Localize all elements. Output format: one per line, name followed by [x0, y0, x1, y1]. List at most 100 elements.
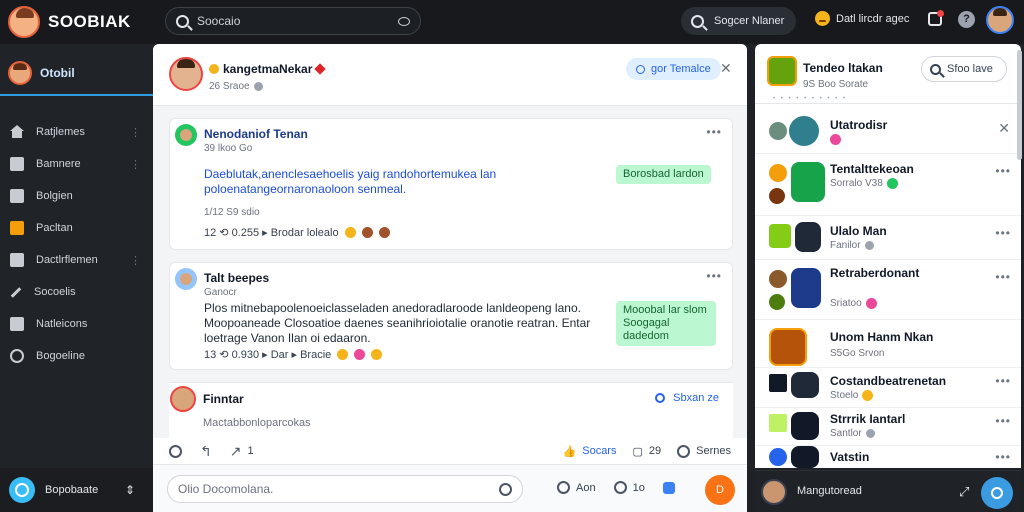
- more-icon[interactable]: •••: [995, 374, 1011, 388]
- post-actions-text[interactable]: 13 ⟲ 0.930 ▸ Dar ▸ Bracie: [204, 348, 331, 361]
- reaction-icon[interactable]: [361, 227, 373, 238]
- expand-icon[interactable]: ⤢: [959, 484, 969, 500]
- sidebar-item-0[interactable]: Ratjlemes ⋮: [0, 116, 153, 148]
- app-logo[interactable]: SOOBIAK: [8, 6, 131, 38]
- divider-dots: • • • • • • • • • •: [773, 96, 848, 102]
- reply-button[interactable]: ↰: [200, 443, 212, 460]
- logo-text: SOOBIAK: [48, 12, 131, 31]
- post-stat: 1/12 S9 sdio: [204, 207, 260, 218]
- logo-avatar: [8, 6, 40, 38]
- header-filter-pill[interactable]: gor Temalce: [626, 58, 721, 80]
- sidebar-item-5[interactable]: Socoelis: [0, 276, 153, 308]
- more-icon[interactable]: •••: [706, 269, 722, 283]
- timer-button[interactable]: 1o: [613, 481, 645, 494]
- secondary-search-button[interactable]: Sogcer Nlaner: [681, 7, 796, 35]
- post-actions-text[interactable]: 12 ⟲ 0.255 ▸ Brodar lolealo: [204, 226, 339, 239]
- contact-row[interactable]: Vatstin •••: [755, 446, 1021, 468]
- post-link-label: Sbxan ze: [673, 392, 719, 404]
- contact-status: Fanilor: [830, 240, 874, 251]
- contact-status-text: Sorralo V38: [830, 178, 883, 189]
- new-chat-button[interactable]: [981, 477, 1013, 509]
- help-icon[interactable]: ?: [958, 11, 975, 28]
- post-avatar[interactable]: [175, 124, 197, 146]
- contact-status: Sriatoo: [830, 298, 877, 309]
- post-tag[interactable]: Borosbad lardon: [616, 165, 711, 184]
- header-pill-label: gor Temalce: [651, 63, 711, 75]
- sidebar-item-7[interactable]: Bogoeline: [0, 340, 153, 372]
- more-icon[interactable]: •••: [706, 125, 722, 139]
- reaction-icon[interactable]: [371, 349, 383, 360]
- reaction-icon[interactable]: [344, 227, 356, 238]
- reaction-icon[interactable]: [337, 349, 349, 360]
- search-icon: [176, 14, 189, 28]
- post-author[interactable]: Finntar: [203, 392, 244, 406]
- sidebar-item-3[interactable]: Pacltan: [0, 212, 153, 244]
- online-icon: [886, 178, 898, 189]
- contact-row[interactable]: Costandbeatrenetan Stoelo •••: [755, 368, 1021, 408]
- swap-icon[interactable]: ⇕: [125, 483, 135, 497]
- share-button[interactable]: ↗ 1: [230, 443, 254, 460]
- post-excerpt: Mactabbonloparcokas: [203, 417, 311, 429]
- contact-name: Strrrik Iantarl: [830, 412, 906, 426]
- more-icon[interactable]: •••: [995, 450, 1011, 464]
- view-icon[interactable]: [398, 16, 410, 26]
- contact-row[interactable]: Strrrik Iantarl Santlor •••: [755, 408, 1021, 446]
- sidebar-item-4[interactable]: Dactlrflemen ⋮: [0, 244, 153, 276]
- post-link[interactable]: Sbxan ze: [655, 392, 719, 404]
- attach-button[interactable]: Aon: [557, 481, 596, 494]
- compose-input[interactable]: Olio Docomolana.: [167, 475, 523, 503]
- header-avatar[interactable]: [169, 57, 203, 91]
- more-icon[interactable]: •••: [995, 414, 1011, 428]
- image-icon[interactable]: [662, 481, 675, 494]
- right-panel-scrollbar[interactable]: [1017, 50, 1022, 160]
- group-avatar[interactable]: [767, 56, 797, 86]
- user-avatar[interactable]: [986, 6, 1014, 34]
- more-icon[interactable]: •••: [995, 226, 1011, 240]
- post-title[interactable]: Nenodaniof Tenan: [204, 127, 308, 141]
- close-icon[interactable]: ✕: [998, 120, 1011, 137]
- reaction-icon[interactable]: [378, 227, 390, 238]
- contact-row[interactable]: Ulalo Man Fanilor •••: [755, 216, 1021, 260]
- contact-status-text: Sriatoo: [830, 298, 862, 309]
- sidebar-account-switcher[interactable]: Bopobaate ⇕: [0, 468, 153, 512]
- sidebar-item-1[interactable]: Bamnere ⋮: [0, 148, 153, 180]
- comment-button[interactable]: ▢ 29: [632, 445, 661, 458]
- post-avatar[interactable]: [170, 386, 196, 412]
- more-icon[interactable]: ⋮: [130, 254, 141, 267]
- footer-avatar[interactable]: [761, 479, 787, 505]
- contact-status-text: Fanilor: [830, 240, 861, 251]
- close-icon[interactable]: ✕: [720, 60, 732, 77]
- sidebar-item-2[interactable]: Bolgien: [0, 180, 153, 212]
- tool-2-label: 1o: [632, 481, 645, 494]
- more-icon[interactable]: ⋮: [130, 126, 141, 139]
- right-search-input[interactable]: Sfoo lave: [921, 56, 1007, 82]
- notification-icon[interactable]: [928, 10, 944, 26]
- sidebar-item-label: Pacltan: [36, 222, 73, 234]
- header-name[interactable]: kangetmaNekar: [223, 62, 312, 76]
- post-title[interactable]: Talt beepes: [204, 271, 269, 285]
- post-tag[interactable]: Mooobal lar slom Soogagal dadedom: [616, 301, 716, 346]
- reaction-icon[interactable]: [354, 349, 366, 360]
- contact-name: Tentalttekeoan: [830, 162, 914, 176]
- contact-row[interactable]: Retraberdonant Sriatoo •••: [755, 260, 1021, 320]
- more-icon[interactable]: •••: [995, 270, 1011, 284]
- profile-avatar: [8, 61, 32, 85]
- contact-row[interactable]: Unom Hanm Nkan S5Go Srvon: [755, 320, 1021, 368]
- more-actions-button[interactable]: Sernes: [677, 444, 731, 458]
- contact-row[interactable]: Tentalttekeoan Sorralo V38 •••: [755, 154, 1021, 216]
- send-button[interactable]: D: [705, 475, 735, 505]
- post-avatar[interactable]: [175, 268, 197, 290]
- sidebar-item-6[interactable]: Natleicons: [0, 308, 153, 340]
- more-icon[interactable]: •••: [995, 164, 1011, 178]
- feed-header: kangetmaNekar 26 Sraoe gor Temalce ✕: [153, 44, 747, 106]
- search-input[interactable]: Soocaio: [165, 7, 421, 35]
- like-button[interactable]: 👍 Socars: [563, 445, 617, 458]
- retry-button[interactable]: [169, 444, 182, 458]
- header-subtitle: 26 Sraoe: [209, 81, 250, 92]
- sidebar-profile[interactable]: Otobil: [0, 52, 153, 96]
- search-icon: [930, 63, 941, 75]
- contact-row[interactable]: Utatrodisr ✕: [755, 106, 1021, 154]
- emoji-picker-icon[interactable]: [499, 482, 512, 496]
- more-icon[interactable]: ⋮: [130, 158, 141, 171]
- status-indicator[interactable]: Datl lircdr agec: [815, 11, 909, 26]
